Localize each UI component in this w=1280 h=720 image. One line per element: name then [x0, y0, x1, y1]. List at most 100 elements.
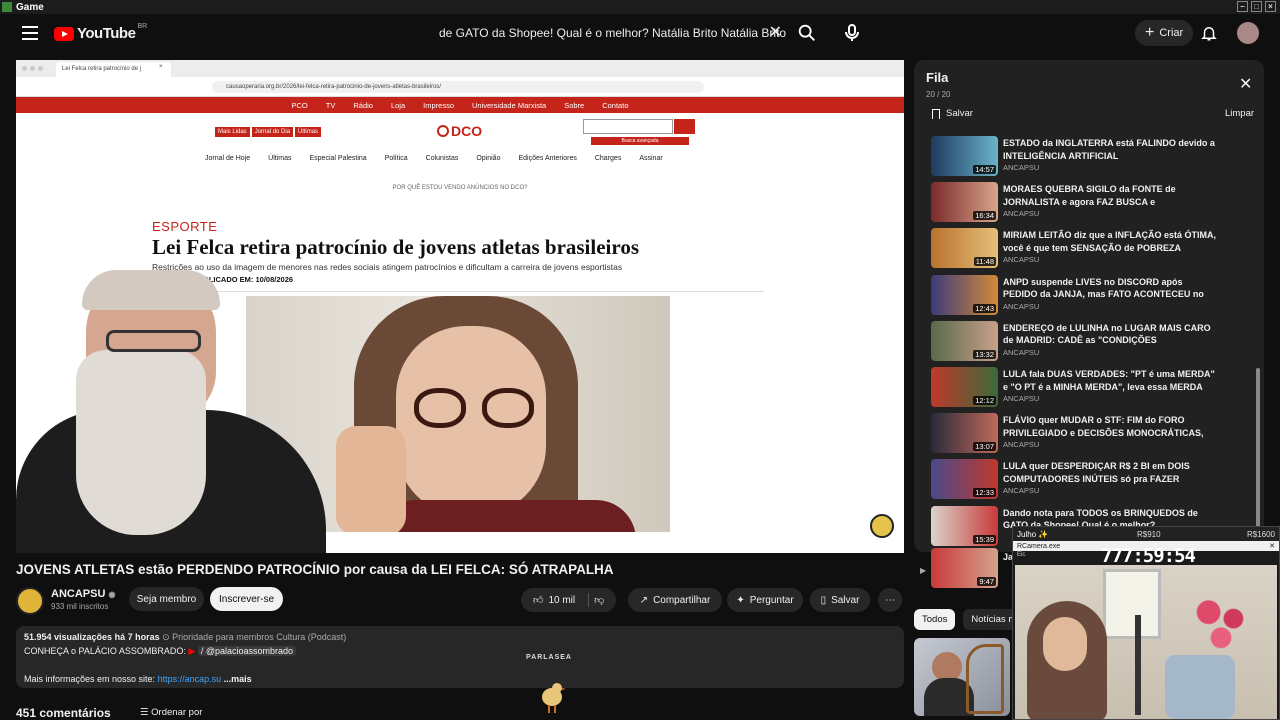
queue-item-duration: 9:47: [977, 577, 996, 586]
queue-item[interactable]: 12:33 LULA quer DESPERDIÇAR R$ 2 BI em DO…: [931, 457, 1251, 501]
camera-label: RCamera.exe: [1017, 542, 1061, 550]
queue-item[interactable]: 16:34 MORAES QUEBRA SIGILO da FONTE de JO…: [931, 180, 1251, 224]
join-button[interactable]: Seja membro: [129, 587, 204, 611]
now-playing-icon: ▶: [920, 566, 927, 575]
menu-icon[interactable]: [22, 26, 38, 40]
video-title: JOVENS ATLETAS estão PERDENDO PATROCÍNIO…: [16, 562, 614, 577]
game-pause-label: PARLASEA: [526, 654, 572, 661]
mic-icon[interactable]: [840, 21, 864, 45]
queue-item-thumbnail[interactable]: 15:39: [931, 505, 998, 546]
create-label: Criar: [1159, 27, 1184, 39]
queue-item-duration: 16:34: [973, 211, 996, 221]
site-button: Últimas: [295, 127, 322, 137]
queue-item-duration: 11:48: [973, 257, 996, 267]
close-window-button[interactable]: ×: [1265, 1, 1276, 12]
queue-item-title[interactable]: ESTADO da INGLATERRA está FALINDO devido…: [1003, 137, 1218, 162]
plus-icon: +: [1145, 24, 1155, 41]
queue-item-thumbnail[interactable]: 12:12: [931, 367, 998, 407]
verified-icon: ◉: [108, 590, 116, 599]
avatar[interactable]: [1237, 22, 1259, 44]
tab-close-icon: ×: [159, 64, 163, 70]
window-controls: – □ ×: [1237, 1, 1276, 12]
sort-label: Ordenar por: [151, 707, 203, 718]
queue-item[interactable]: 12:43 ANPD suspende LIVES no DISCORD após…: [931, 273, 1251, 317]
queue-item-thumbnail[interactable]: 9:47: [931, 548, 998, 588]
subscribe-button[interactable]: Inscrever-se: [210, 587, 283, 611]
ads-note: POR QUÊ ESTOU VENDO ANÚNCIOS NO DCO?: [392, 185, 528, 191]
video-player[interactable]: Lei Felca retira patrocínio de j × causa…: [16, 60, 904, 553]
queue-item-title[interactable]: ENDEREÇO de LULINHA no LUGAR MAIS CARO d…: [1003, 322, 1218, 347]
channel-avatar[interactable]: [16, 587, 44, 615]
queue-item[interactable]: 13:32 ENDEREÇO de LULINHA no LUGAR MAIS C…: [931, 319, 1251, 363]
queue-item-thumbnail[interactable]: 16:34: [931, 182, 998, 223]
queue-item-duration: 14:57: [973, 165, 996, 174]
channel-name[interactable]: ANCAPSU ◉: [51, 588, 115, 600]
logo-country: BR: [137, 23, 148, 30]
queue-item[interactable]: 14:57 ESTADO da INGLATERRA está FALINDO d…: [931, 134, 1251, 178]
site-header: Mais Lidas Jornal do Dia Últimas DCO Bus…: [16, 113, 904, 149]
queue-item-title[interactable]: ANPD suspende LIVES no DISCORD após PEDI…: [1003, 276, 1218, 301]
dislike-icon[interactable]: 👎︎: [594, 594, 604, 606]
like-dislike-group: 👍︎ 10 mil 👎︎: [521, 588, 616, 612]
minimize-button[interactable]: –: [1237, 1, 1248, 12]
queue-item-title[interactable]: MIRIAM LEITÃO diz que a INFLAÇÃO está ÓT…: [1003, 229, 1218, 254]
browser-url: causaoperaria.org.br/2026/lei-felca-reti…: [212, 81, 704, 93]
handle-chip[interactable]: / @palacioassombrado: [197, 646, 297, 656]
queue-item-duration: 12:43: [973, 303, 996, 313]
presenter-webcam: [16, 270, 326, 553]
comments-count: 451 comentários: [16, 706, 111, 720]
queue-item-channel: ANCAPSU: [1003, 440, 1040, 450]
queue-item-thumbnail[interactable]: 13:32: [931, 320, 998, 361]
chicken-sprite-icon: [542, 683, 566, 713]
queue-item-title[interactable]: FLÁVIO quer MUDAR o STF: FIM do FORO PRI…: [1003, 414, 1218, 439]
queue-save-button[interactable]: Salvar: [932, 108, 973, 119]
queue-item-title[interactable]: LULA quer DESPERDIÇAR R$ 2 BI em DOIS CO…: [1003, 460, 1218, 485]
ask-button[interactable]: ✦ Perguntar: [727, 588, 803, 612]
maximize-button[interactable]: □: [1251, 1, 1262, 12]
queue-item-thumbnail[interactable]: 12:43: [931, 274, 998, 315]
queue-item-thumbnail[interactable]: 14:57: [931, 136, 998, 176]
clear-search-icon[interactable]: ✕: [769, 22, 782, 42]
search-input[interactable]: de GATO da Shopee! Qual é o melhor? Natá…: [428, 20, 788, 46]
search-icon[interactable]: [796, 22, 818, 44]
site-nav-item: PCO: [291, 100, 308, 110]
save-label: Salvar: [831, 594, 860, 606]
more-link[interactable]: ...mais: [224, 674, 252, 684]
share-button[interactable]: ↗ Compartilhar: [628, 588, 722, 612]
queue-item[interactable]: 13:07 FLÁVIO quer MUDAR o STF: FIM do FOR…: [931, 411, 1251, 455]
queue-scrollbar[interactable]: [1256, 368, 1260, 546]
queue-item-duration: 13:07: [973, 442, 996, 452]
video-description[interactable]: 51.954 visualizações há 7 horas ⊙ Priori…: [16, 626, 904, 688]
desc-line: Mais informações em nosso site:: [24, 674, 156, 684]
site-search-box: [583, 119, 673, 134]
overlay-user: Julho ✨: [1017, 529, 1049, 539]
members-priority: ⊙ Prioridade para membros: [162, 632, 274, 642]
queue-save-label: Salvar: [946, 108, 973, 119]
create-button[interactable]: + Criar: [1135, 20, 1194, 46]
more-actions-icon[interactable]: ⋯: [878, 588, 902, 612]
overlay-bar: Julho ✨ R$910 R$1600: [1013, 527, 1279, 541]
queue-item[interactable]: 12:12 LULA fala DUAS VERDADES: "PT é uma …: [931, 365, 1251, 409]
queue-clear-button[interactable]: Limpar: [1225, 108, 1254, 119]
queue-item-thumbnail[interactable]: 12:33: [931, 459, 998, 500]
like-count[interactable]: 10 mil: [548, 595, 575, 606]
desc-line: CONHEÇA o PALÁCIO ASSOMBRADO:: [24, 646, 186, 656]
chip-all[interactable]: Todos: [914, 609, 956, 630]
recommended-video-thumbnail[interactable]: [914, 638, 1010, 716]
queue-item-thumbnail[interactable]: 13:07: [931, 413, 998, 454]
youtube-logo[interactable]: YouTube BR: [54, 23, 148, 42]
queue-item-title[interactable]: LULA fala DUAS VERDADES: "PT é uma MERDA…: [1003, 368, 1218, 393]
ask-label: Perguntar: [749, 594, 794, 606]
sort-button[interactable]: ☰ Ordenar por: [140, 707, 202, 718]
channel-watermark-icon: [870, 514, 894, 538]
site-link[interactable]: https://ancap.su: [158, 674, 222, 684]
like-icon[interactable]: 👍︎: [533, 594, 543, 606]
queue-item-duration: 13:32: [973, 349, 996, 359]
queue-item[interactable]: 11:48 MIRIAM LEITÃO diz que a INFLAÇÃO es…: [931, 226, 1251, 270]
save-button[interactable]: ▯ Salvar: [810, 588, 870, 612]
queue-item-title[interactable]: MORAES QUEBRA SIGILO da FONTE de JORNALI…: [1003, 183, 1218, 208]
queue-item-thumbnail[interactable]: 11:48: [931, 228, 998, 269]
close-icon[interactable]: ✕: [1239, 74, 1252, 94]
bell-icon[interactable]: [1200, 24, 1218, 42]
site-advanced-search: Busca avançada: [591, 137, 689, 145]
